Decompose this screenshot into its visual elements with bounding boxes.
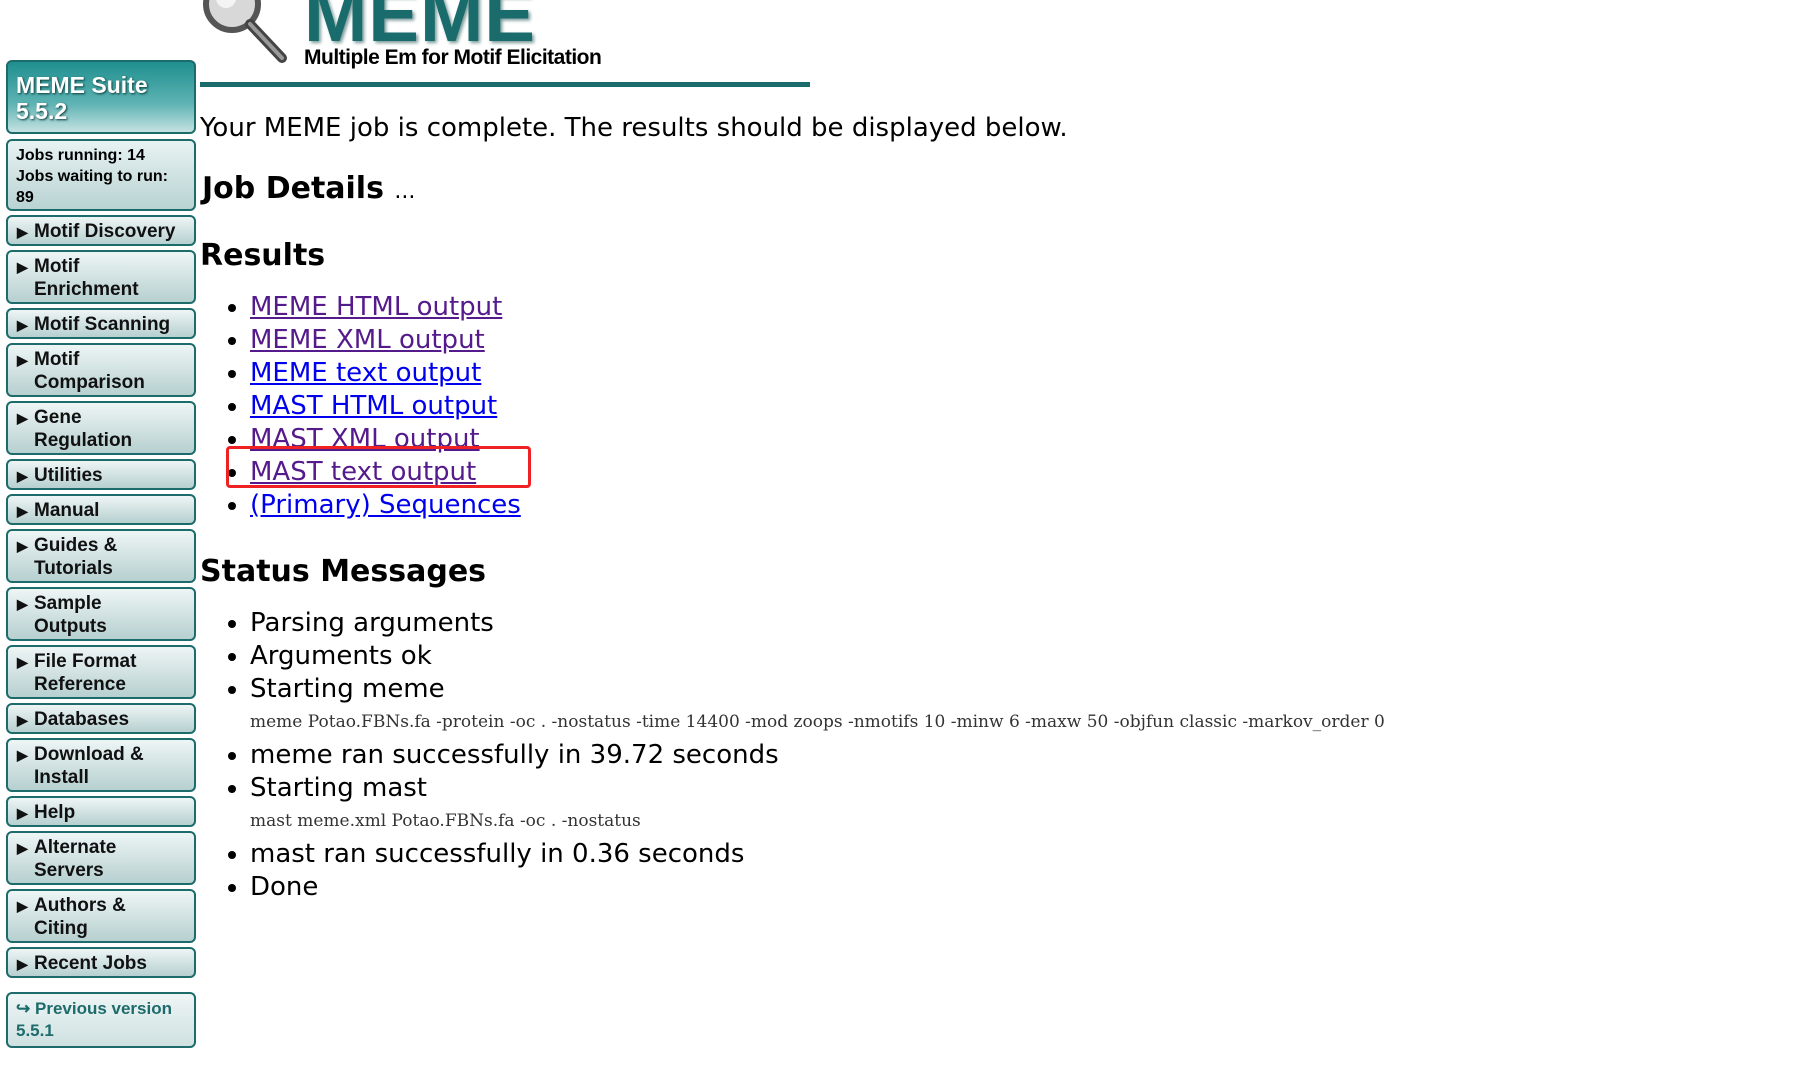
status-messages-list: Parsing arguments Arguments ok Starting … [200,607,1760,706]
expand-arrow-icon: ▶ [17,468,28,484]
job-details-toggle[interactable]: Job Details ... [202,171,1760,206]
expand-arrow-icon: ▶ [17,317,28,333]
expand-arrow-icon: ▶ [17,259,28,275]
expand-arrow-icon: ▶ [17,712,28,728]
highlight-box [226,446,531,488]
status-messages-list: meme ran successfully in 39.72 seconds S… [200,739,1760,805]
list-item: MEME text output [250,357,1760,390]
primary-sequences-link[interactable]: (Primary) Sequences [250,490,521,520]
job-complete-message: Your MEME job is complete. The results s… [200,113,1068,143]
expand-arrow-icon: ▶ [17,956,28,972]
list-item: Arguments ok [250,640,1760,673]
suite-name: MEME Suite [16,72,148,98]
expand-arrow-icon: ▶ [17,352,28,368]
jobs-running: Jobs running: 14 [16,147,145,164]
list-item: Starting mast [250,772,1760,805]
meme-text-output-link[interactable]: MEME text output [250,358,481,388]
expand-arrow-icon: ▶ [17,840,28,856]
list-item: mast ran successfully in 0.36 seconds [250,838,1760,871]
sidebar-item-authors-citing[interactable]: ▶ Authors & Citing [6,889,196,943]
list-item: meme ran successfully in 39.72 seconds [250,739,1760,772]
expand-arrow-icon: ▶ [17,596,28,612]
sidebar-item-motif-enrichment[interactable]: ▶ Motif Enrichment [6,250,196,304]
mast-html-output-link[interactable]: MAST HTML output [250,391,497,421]
expand-arrow-icon: ▶ [17,654,28,670]
meme-command: meme Potao.FBNs.fa -protein -oc . -nosta… [250,712,1385,732]
list-item: Parsing arguments [250,607,1760,640]
list-item: Done [250,871,1760,904]
job-status-box: Jobs running: 14 Jobs waiting to run: 89 [6,139,196,211]
list-item: MEME XML output [250,324,1760,357]
expand-arrow-icon: ▶ [17,224,28,240]
previous-version-link[interactable]: ↪ Previous version 5.5.1 [6,992,196,1048]
status-messages-list: mast ran successfully in 0.36 seconds Do… [200,838,1760,904]
mast-command: mast meme.xml Potao.FBNs.fa -oc . -nosta… [250,811,641,831]
list-item: Starting meme [250,673,1760,706]
list-item: MEME HTML output [250,291,1760,324]
sidebar-item-file-format-reference[interactable]: ▶ File Format Reference [6,645,196,699]
expand-arrow-icon: ▶ [17,805,28,821]
sidebar-item-sample-outputs[interactable]: ▶ Sample Outputs [6,587,196,641]
list-item: (Primary) Sequences [250,489,1760,522]
status-messages-heading: Status Messages [200,554,487,589]
sidebar-item-guides-tutorials[interactable]: ▶ Guides & Tutorials [6,529,196,583]
sidebar-item-databases[interactable]: ▶ Databases [6,703,196,734]
sidebar-item-manual[interactable]: ▶ Manual [6,494,196,525]
sidebar-item-motif-comparison[interactable]: ▶ Motif Comparison [6,343,196,397]
magnifier-logo-icon [200,0,300,72]
expand-arrow-icon: ▶ [17,503,28,519]
sidebar-item-help[interactable]: ▶ Help [6,796,196,827]
sidebar-item-alternate-servers[interactable]: ▶ Alternate Servers [6,831,196,885]
jobs-waiting: Jobs waiting to run: 89 [16,168,168,206]
job-details-ellipsis: ... [394,179,416,204]
meme-xml-output-link[interactable]: MEME XML output [250,325,485,355]
header-divider [200,82,810,87]
job-details-heading: Job Details [202,171,384,206]
expand-arrow-icon: ▶ [17,410,28,426]
return-arrow-icon: ↪ [16,999,31,1018]
sidebar-item-download-install[interactable]: ▶ Download & Install [6,738,196,792]
suite-title[interactable]: MEME Suite 5.5.2 [6,60,196,134]
sidebar-menu: MEME Suite 5.5.2 Jobs running: 14 Jobs w… [6,60,196,1048]
expand-arrow-icon: ▶ [17,747,28,763]
sidebar-item-gene-regulation[interactable]: ▶ Gene Regulation [6,401,196,455]
logo-subtitle: Multiple Em for Motif Elicitation [304,46,602,69]
sidebar-item-recent-jobs[interactable]: ▶ Recent Jobs [6,947,196,978]
suite-version: 5.5.2 [16,98,68,124]
results-heading: Results [200,238,326,273]
expand-arrow-icon: ▶ [17,538,28,554]
expand-arrow-icon: ▶ [17,898,28,914]
sidebar-item-motif-scanning[interactable]: ▶ Motif Scanning [6,308,196,339]
main-content: Your MEME job is complete. The results s… [200,110,1760,904]
meme-html-output-link[interactable]: MEME HTML output [250,292,502,322]
list-item: MAST HTML output [250,390,1760,423]
sidebar-item-motif-discovery[interactable]: ▶ Motif Discovery [6,215,196,246]
sidebar-item-utilities[interactable]: ▶ Utilities [6,459,196,490]
